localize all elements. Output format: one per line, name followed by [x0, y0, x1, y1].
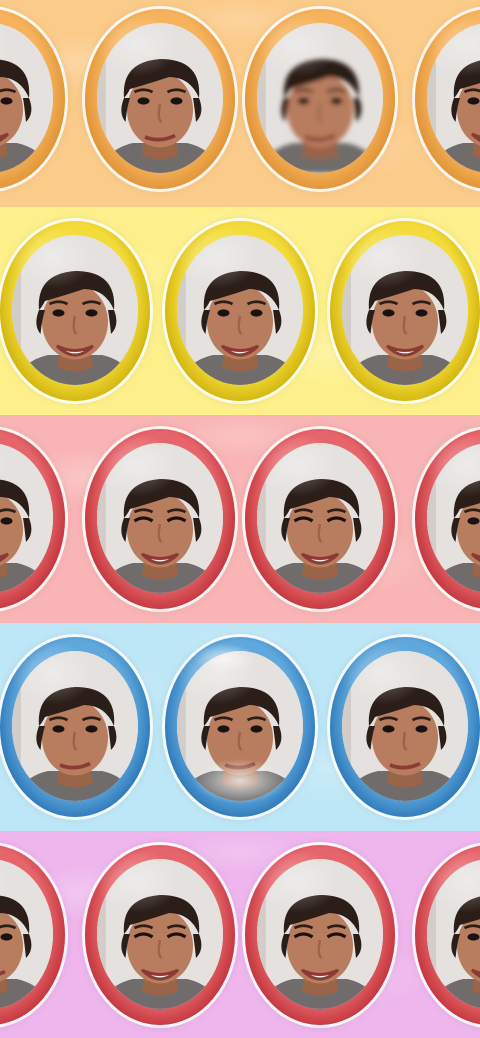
face-photo — [12, 235, 138, 385]
face-photo — [427, 22, 480, 173]
face-bubble[interactable] — [245, 8, 395, 189]
face-photo — [97, 443, 223, 593]
face-bubble[interactable] — [0, 221, 150, 401]
face-photo — [0, 858, 53, 1009]
band-lavender — [0, 831, 480, 1038]
band-blue — [0, 623, 480, 831]
band-pink — [0, 415, 480, 623]
face-photo — [0, 443, 53, 593]
face-bubble[interactable] — [165, 221, 315, 401]
face-bubble[interactable] — [245, 429, 395, 609]
band-texture — [0, 0, 480, 207]
face-photo — [427, 858, 480, 1009]
band-yellow — [0, 207, 480, 415]
cloud-overlay — [165, 637, 315, 817]
face-photo — [342, 235, 468, 385]
band-texture — [0, 415, 480, 623]
face-photo — [427, 443, 480, 593]
face-photo — [97, 858, 223, 1009]
face-photo — [0, 22, 53, 173]
face-bubble[interactable] — [245, 844, 395, 1025]
band-orange — [0, 0, 480, 207]
face-bubble[interactable] — [85, 429, 235, 609]
face-bubble[interactable] — [330, 637, 480, 817]
face-photo — [257, 858, 383, 1009]
face-bubble[interactable] — [165, 637, 315, 817]
face-bubble[interactable] — [85, 8, 235, 189]
face-photo — [97, 22, 223, 173]
face-photo — [342, 651, 468, 801]
filter-bubble-grid — [0, 0, 480, 1038]
face-photo — [177, 235, 303, 385]
face-photo — [257, 22, 383, 173]
face-photo — [257, 443, 383, 593]
face-bubble[interactable] — [0, 637, 150, 817]
face-bubble[interactable] — [85, 844, 235, 1025]
band-texture — [0, 831, 480, 1038]
face-photo — [12, 651, 138, 801]
face-bubble[interactable] — [330, 221, 480, 401]
